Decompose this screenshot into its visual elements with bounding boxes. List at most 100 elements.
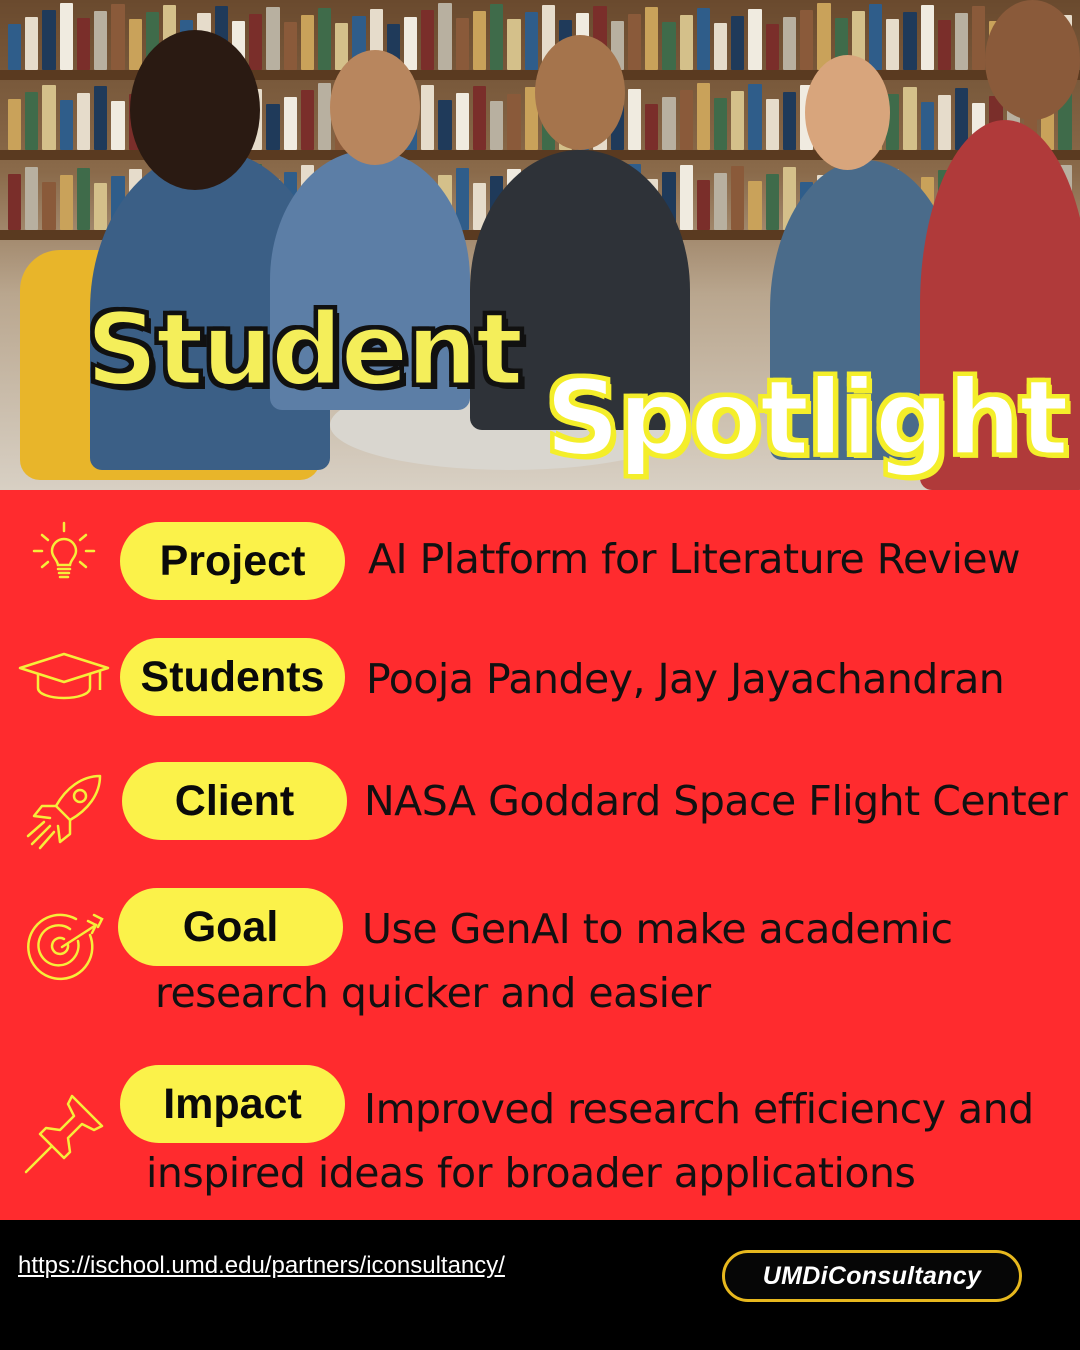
project-value: AI Platform for Literature Review [368, 535, 1021, 583]
book [679, 90, 693, 150]
book [782, 92, 797, 150]
book [972, 6, 986, 70]
book [76, 168, 91, 230]
lightbulb-icon [32, 521, 96, 579]
book [421, 85, 435, 150]
book [507, 19, 521, 70]
book [713, 23, 728, 70]
book [404, 17, 418, 70]
book [696, 8, 710, 70]
book [8, 99, 22, 150]
goal-value-line1: Use GenAI to make academic [362, 905, 953, 953]
book [59, 3, 73, 70]
footer: https://ischool.umd.edu/partners/iconsul… [0, 1220, 1080, 1350]
book [283, 22, 297, 70]
target-icon [27, 913, 104, 981]
book [59, 100, 73, 150]
book [627, 89, 642, 150]
book [696, 83, 710, 150]
book [490, 4, 504, 70]
book [421, 10, 435, 70]
book [25, 17, 39, 70]
book [283, 97, 297, 150]
book [300, 90, 314, 150]
book [748, 9, 762, 70]
book [731, 16, 745, 70]
book [76, 18, 91, 70]
title-student: Student [84, 291, 524, 408]
book [903, 87, 917, 150]
book [731, 91, 745, 150]
goal-value-line2: research quicker and easier [155, 969, 711, 1017]
book [25, 167, 39, 230]
book [800, 10, 814, 70]
book [731, 166, 745, 230]
graduation-cap-icon [18, 652, 110, 700]
title-spotlight: Spotlight [543, 357, 1070, 479]
book [920, 102, 934, 150]
impact-label: Impact [120, 1065, 345, 1143]
book [627, 14, 642, 70]
book [868, 4, 883, 70]
book [25, 92, 39, 150]
book [317, 8, 332, 70]
book [490, 101, 504, 150]
book [765, 24, 779, 70]
book [696, 180, 710, 230]
book [472, 11, 487, 70]
book [59, 175, 73, 230]
book [438, 100, 452, 150]
hero-photo: Student Spotlight [0, 0, 1080, 490]
project-label: Project [120, 522, 345, 600]
impact-value-line1: Improved research efficiency and [364, 1085, 1034, 1133]
book [765, 99, 779, 150]
book [76, 93, 91, 150]
book [748, 84, 762, 150]
details-panel: Project AI Platform for Literature Revie… [0, 490, 1080, 1220]
book [438, 3, 452, 70]
book [662, 97, 676, 150]
book [94, 86, 108, 150]
book [748, 181, 762, 230]
book [94, 183, 108, 230]
book [128, 19, 142, 70]
book [42, 182, 56, 230]
book [713, 98, 728, 150]
students-label: Students [120, 638, 345, 716]
rocket-icon [26, 774, 102, 850]
book [8, 174, 22, 230]
book [937, 20, 952, 70]
book [645, 7, 659, 70]
book [713, 173, 728, 230]
book [94, 11, 108, 70]
book [42, 10, 56, 70]
book [300, 15, 314, 70]
book [765, 174, 779, 230]
book [455, 93, 469, 150]
book [937, 95, 952, 150]
book [955, 13, 969, 70]
students-value: Pooja Pandey, Jay Jayachandran [366, 655, 1005, 703]
pushpin-icon [24, 1094, 104, 1174]
book [662, 22, 676, 70]
book [903, 12, 917, 70]
book [249, 14, 263, 70]
book [782, 17, 797, 70]
book [266, 7, 280, 70]
book [507, 94, 521, 150]
book [886, 19, 900, 70]
client-value: NASA Goddard Space Flight Center [364, 777, 1068, 825]
book [679, 15, 693, 70]
impact-value-line2: inspired ideas for broader applications [146, 1149, 916, 1197]
book [8, 24, 22, 70]
iconsultancy-link[interactable]: https://ischool.umd.edu/partners/iconsul… [18, 1252, 505, 1280]
book [42, 85, 56, 150]
book [317, 83, 332, 150]
brand-badge: UMDiConsultancy [722, 1250, 1022, 1302]
book [472, 86, 487, 150]
book [455, 18, 469, 70]
book [111, 4, 125, 70]
book [645, 104, 659, 150]
book [111, 101, 125, 150]
book [524, 12, 538, 70]
